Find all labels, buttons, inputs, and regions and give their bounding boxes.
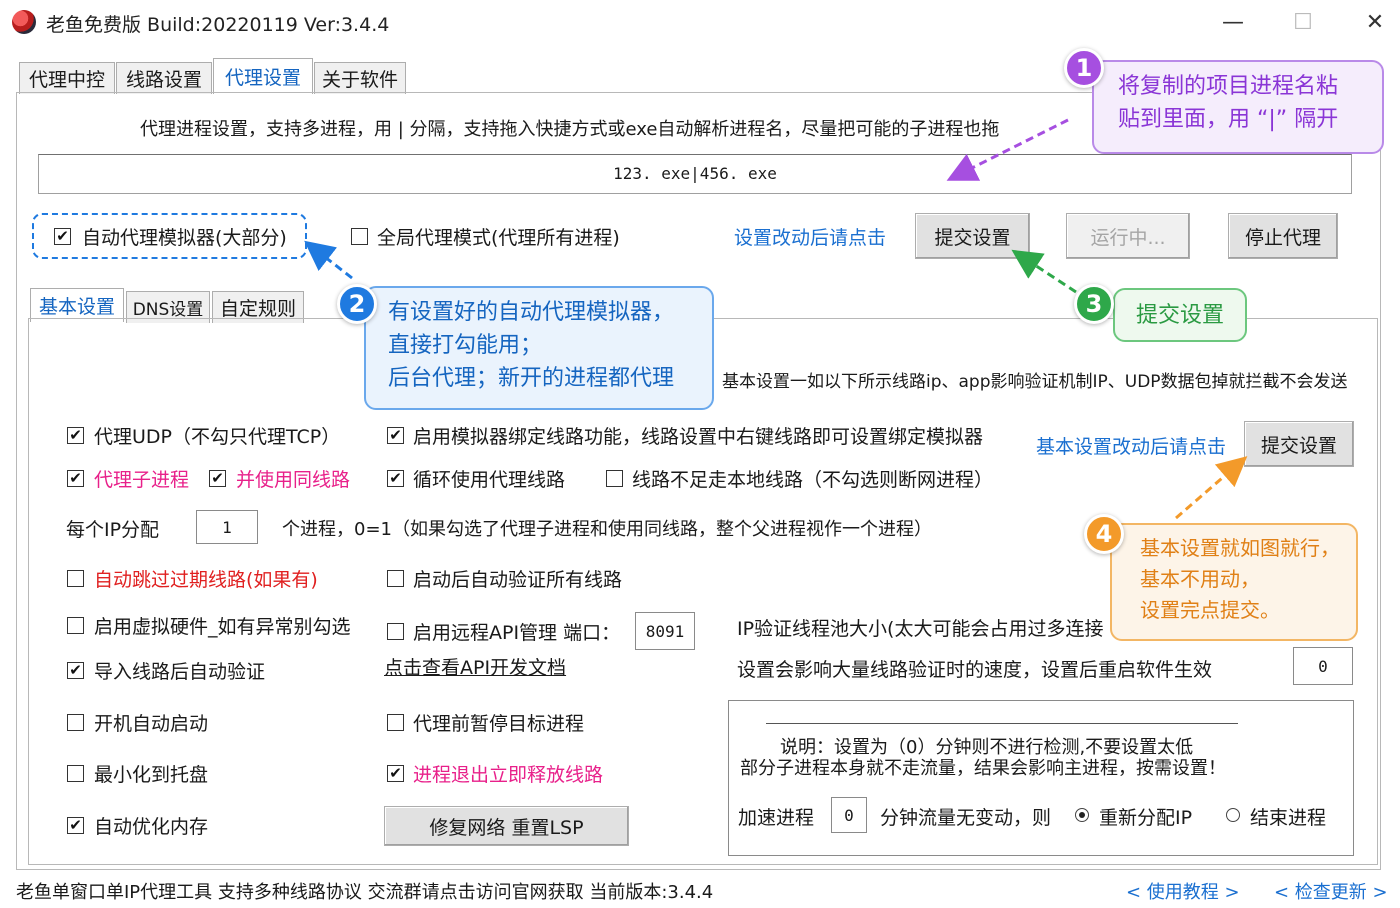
accelerate-description: 分钟流量无变动，则 bbox=[880, 807, 1052, 829]
end-process-radio[interactable] bbox=[1226, 808, 1240, 822]
auto-verify-checkbox[interactable]: ✔ bbox=[67, 662, 84, 679]
badge-1: 1 bbox=[1064, 48, 1104, 88]
callout-1: 将复制的项目进程名粘 贴到里面，用 “|” 隔开 bbox=[1092, 60, 1384, 154]
bind-emulator-checkbox[interactable]: ✔ bbox=[387, 427, 404, 444]
callout-4-line-1: 基本设置就如图就行， bbox=[1140, 536, 1340, 560]
proxy-udp-label: 代理UDP（不勾只代理TCP） bbox=[94, 426, 341, 448]
api-doc-link[interactable]: 点击查看API开发文档 bbox=[384, 653, 566, 680]
tab-proxy-settings[interactable]: 代理设置 bbox=[213, 58, 313, 94]
virtual-hw-label: 启用虚拟硬件_如有异常别勾选 bbox=[94, 616, 351, 638]
pool-size-input[interactable]: 0 bbox=[1293, 647, 1353, 685]
virtual-hw-checkbox[interactable] bbox=[67, 617, 84, 634]
loop-lines-checkbox[interactable]: ✔ bbox=[387, 470, 404, 487]
settings-change-link[interactable]: 设置改动后请点击 bbox=[734, 223, 886, 250]
proxy-child-checkbox[interactable]: ✔ bbox=[67, 470, 84, 487]
end-process-label: 结束进程 bbox=[1250, 807, 1327, 829]
remote-api-checkbox[interactable] bbox=[387, 623, 404, 640]
running-button: 运行中... bbox=[1066, 213, 1190, 259]
callout-3: 提交设置 bbox=[1113, 288, 1247, 342]
skip-expired-label: 自动跳过过期线路(如果有) bbox=[94, 569, 318, 591]
tab-proxy-control[interactable]: 代理中控 bbox=[19, 62, 115, 94]
per-ip-input[interactable]: 1 bbox=[196, 510, 258, 544]
verify-all-label: 启动后自动验证所有线路 bbox=[413, 569, 623, 591]
skip-expired-checkbox[interactable] bbox=[67, 570, 84, 587]
maximize-button[interactable]: ☐ bbox=[1280, 6, 1326, 38]
release-line-label: 进程退出立即释放线路 bbox=[413, 764, 604, 786]
check-update-link[interactable]: < 检查更新 > bbox=[1274, 878, 1388, 904]
tab-line-settings[interactable]: 线路设置 bbox=[116, 62, 212, 94]
app-logo-icon bbox=[12, 10, 36, 34]
window-title: 老鱼免费版 Build:20220119 Ver:3.4.4 bbox=[46, 14, 390, 36]
callout-4-line-3: 设置完点提交。 bbox=[1140, 598, 1280, 622]
pause-target-checkbox[interactable] bbox=[387, 714, 404, 731]
callout-1-line-1: 将复制的项目进程名粘 bbox=[1118, 74, 1339, 99]
global-mode-checkbox[interactable] bbox=[351, 228, 368, 245]
per-ip-description: 个进程，0=1（如果勾选了代理子进程和使用同线路，整个父进程视作一个进程） bbox=[282, 519, 932, 540]
min-tray-label: 最小化到托盘 bbox=[94, 764, 209, 786]
realloc-ip-radio[interactable] bbox=[1075, 808, 1089, 822]
ip-pool-label: IP验证线程池大小(太大可能会占用过多连接 bbox=[737, 618, 1104, 640]
auto-verify-label: 导入线路后自动验证 bbox=[94, 661, 266, 683]
api-port-input[interactable]: 8091 bbox=[635, 612, 695, 650]
tab-basic-settings[interactable]: 基本设置 bbox=[30, 288, 124, 322]
release-line-checkbox[interactable]: ✔ bbox=[387, 765, 404, 782]
minimize-button[interactable]: — bbox=[1210, 6, 1256, 38]
local-fallback-checkbox[interactable] bbox=[606, 470, 623, 487]
callout-2: 有设置好的自动代理模拟器， 直接打勾能用； 后台代理；新开的进程都代理 bbox=[364, 286, 714, 410]
optimize-mem-checkbox[interactable]: ✔ bbox=[67, 817, 84, 834]
realloc-ip-label: 重新分配IP bbox=[1099, 807, 1193, 829]
callout-3-line-1: 提交设置 bbox=[1135, 303, 1224, 328]
callout-2-line-3: 后台代理；新开的进程都代理 bbox=[388, 366, 675, 391]
repair-network-button[interactable]: 修复网络 重置LSP bbox=[384, 806, 629, 846]
same-line-checkbox[interactable]: ✔ bbox=[209, 470, 226, 487]
badge-3: 3 bbox=[1074, 284, 1114, 324]
stop-proxy-button[interactable]: 停止代理 bbox=[1228, 213, 1338, 259]
proxy-udp-checkbox[interactable]: ✔ bbox=[67, 427, 84, 444]
callout-4: 基本设置就如图就行， 基本不用动， 设置完点提交。 bbox=[1110, 523, 1358, 641]
callout-2-line-2: 直接打勾能用； bbox=[388, 333, 543, 358]
optimize-mem-label: 自动优化内存 bbox=[94, 816, 209, 838]
callout-1-line-2: 贴到里面，用 “|” 隔开 bbox=[1118, 107, 1339, 132]
remote-api-label: 启用远程API管理 端口： bbox=[413, 622, 621, 644]
callout-2-line-1: 有设置好的自动代理模拟器， bbox=[388, 300, 675, 325]
note-line-2: 部分子进程本身就不走流量，结果会影响主进程，按需设置！ bbox=[740, 758, 1226, 779]
badge-2: 2 bbox=[337, 284, 377, 324]
close-button[interactable]: ✕ bbox=[1352, 6, 1398, 38]
local-fallback-label: 线路不足走本地线路（不勾选则断网进程） bbox=[632, 469, 994, 491]
verify-all-checkbox[interactable] bbox=[387, 570, 404, 587]
badge-4: 4 bbox=[1084, 514, 1124, 554]
auto-emulator-label: 自动代理模拟器(大部分) bbox=[82, 227, 287, 249]
per-ip-label: 每个IP分配 bbox=[66, 519, 160, 541]
auto-emulator-checkbox[interactable]: ✔ bbox=[54, 228, 71, 245]
speed-note-label: 设置会影响大量线路验证时的速度，设置后重启软件生效 bbox=[737, 659, 1213, 681]
status-bar-text: 老鱼单窗口单IP代理工具 支持多种线路协议 交流群请点击访问官网获取 当前版本:… bbox=[16, 882, 714, 903]
process-name-input[interactable]: 123. exe|456. exe bbox=[38, 154, 1352, 194]
autostart-label: 开机自动启动 bbox=[94, 713, 209, 735]
basic-submit-button[interactable]: 提交设置 bbox=[1244, 421, 1354, 467]
process-setting-description: 代理进程设置，支持多进程，用 | 分隔，支持拖入快捷方式或exe自动解析进程名，… bbox=[140, 119, 1000, 140]
group-divider bbox=[766, 723, 1238, 724]
autostart-checkbox[interactable] bbox=[67, 714, 84, 731]
min-tray-checkbox[interactable] bbox=[67, 765, 84, 782]
same-line-label: 并使用同线路 bbox=[236, 469, 351, 491]
bind-emulator-label: 启用模拟器绑定线路功能，线路设置中右键线路即可设置绑定模拟器 bbox=[413, 426, 984, 448]
tab-about[interactable]: 关于软件 bbox=[314, 62, 406, 94]
submit-settings-button[interactable]: 提交设置 bbox=[915, 213, 1030, 259]
loop-lines-label: 循环使用代理线路 bbox=[413, 469, 566, 491]
global-mode-label: 全局代理模式(代理所有进程) bbox=[377, 227, 620, 249]
basic-settings-description: 基本设置一如以下所示线路ip、app影响验证机制IP、UDP数据包掉就拦截不会发… bbox=[722, 372, 1348, 392]
proxy-child-label: 代理子进程 bbox=[94, 469, 190, 491]
tutorial-link[interactable]: < 使用教程 > bbox=[1126, 878, 1240, 904]
pause-target-label: 代理前暂停目标进程 bbox=[413, 713, 585, 735]
callout-4-line-2: 基本不用动， bbox=[1140, 567, 1260, 591]
accelerate-minutes-input[interactable]: 0 bbox=[831, 797, 867, 833]
accelerate-label: 加速进程 bbox=[738, 807, 815, 829]
basic-settings-link[interactable]: 基本设置改动后请点击 bbox=[1036, 432, 1226, 459]
